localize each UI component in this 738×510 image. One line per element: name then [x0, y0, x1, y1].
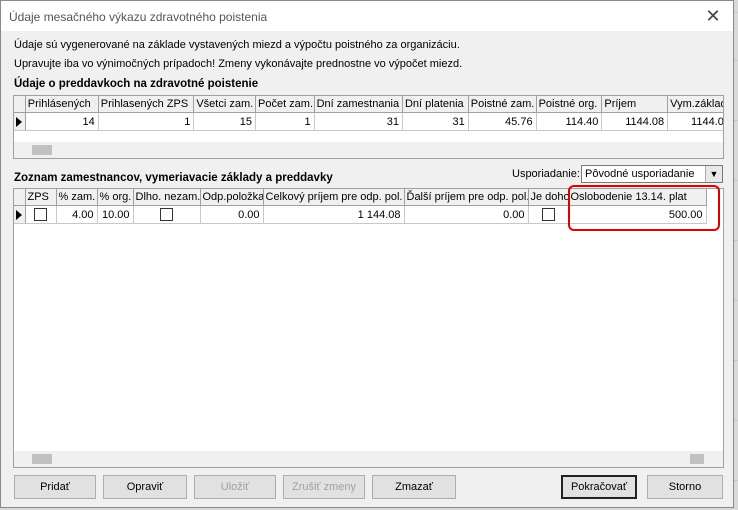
storno-button[interactable]: Storno	[647, 475, 723, 499]
column-header[interactable]: % zam.	[56, 189, 98, 206]
table-cell[interactable]: 15	[193, 112, 256, 131]
long-unemployed-checkbox-cell[interactable]	[133, 205, 201, 224]
employees-section-title: Zoznam zamestnancov, vymeriavacie základ…	[14, 172, 333, 184]
column-header[interactable]: Príjem	[601, 96, 669, 113]
sort-label: Usporiadanie:	[512, 168, 580, 180]
sort-select[interactable]: Pôvodné usporiadanie ▼	[581, 165, 723, 183]
advances-header-row: Prihlásených Prihlasených ZPS Všetci zam…	[14, 96, 723, 113]
column-header[interactable]: Vym.základ	[667, 96, 723, 113]
table-cell[interactable]: 31	[314, 112, 403, 131]
scrollbar-thumb[interactable]	[32, 454, 52, 464]
column-header[interactable]: Poistné zam.	[468, 96, 537, 113]
advances-section-title: Údaje o preddavkoch na zdravotné poisten…	[14, 78, 259, 90]
table-cell[interactable]: 0.00	[404, 205, 529, 224]
zps-checkbox[interactable]	[34, 208, 47, 221]
agreement-checkbox-cell[interactable]	[528, 205, 569, 224]
continue-button[interactable]: Pokračovať	[561, 475, 637, 499]
column-header[interactable]: Celkový príjem pre odp. pol.	[263, 189, 405, 206]
column-header[interactable]: Je dohoda	[528, 189, 569, 206]
storno-button-label: Storno	[668, 481, 702, 493]
long-unemployed-checkbox[interactable]	[160, 208, 173, 221]
cancel-changes-button-label: Zrušiť zmeny	[291, 481, 357, 493]
table-cell[interactable]: 114.40	[536, 112, 603, 131]
scrollbar-thumb[interactable]	[32, 145, 52, 155]
advances-grid[interactable]: Prihlásených Prihlasených ZPS Všetci zam…	[13, 95, 724, 159]
chevron-down-icon[interactable]: ▼	[705, 166, 722, 182]
dialog-window: Údaje mesačného výkazu zdravotného poist…	[0, 0, 734, 508]
table-cell[interactable]: 31	[402, 112, 469, 131]
continue-button-label: Pokračovať	[570, 481, 628, 493]
column-header[interactable]: Prihlásených	[25, 96, 99, 113]
cancel-changes-button[interactable]: Zrušiť zmeny	[283, 475, 365, 499]
close-icon[interactable]: ✕	[703, 6, 723, 27]
zps-checkbox-cell[interactable]	[25, 205, 57, 224]
info-line-2: Upravujte iba vo výnimočných prípadoch! …	[14, 58, 463, 70]
table-cell[interactable]: 1	[255, 112, 315, 131]
column-header[interactable]: ZPS	[25, 189, 57, 206]
employees-horizontal-scrollbar[interactable]	[14, 451, 723, 467]
column-header[interactable]: Prihlasených ZPS	[98, 96, 195, 113]
table-cell[interactable]: 0.00	[200, 205, 264, 224]
sort-select-value: Pôvodné usporiadanie	[585, 168, 695, 180]
column-header[interactable]: Dní platenia	[402, 96, 469, 113]
table-cell[interactable]: 1144.08	[667, 112, 723, 131]
save-button-label: Uložiť	[220, 481, 250, 493]
column-header[interactable]: Poistné org.	[536, 96, 603, 113]
column-header[interactable]: Dní zamestnania	[314, 96, 403, 113]
advances-horizontal-scrollbar[interactable]	[14, 142, 723, 158]
save-button[interactable]: Uložiť	[194, 475, 276, 499]
column-header[interactable]: % org.	[97, 189, 134, 206]
table-row[interactable]: 14 1 15 1 31 31 45.76 114.40 1144.08 114…	[14, 112, 723, 131]
column-header[interactable]: Odp.položka	[200, 189, 264, 206]
agreement-checkbox[interactable]	[541, 208, 555, 221]
highlight-annotation	[568, 185, 720, 231]
delete-button-label: Zmazať	[395, 481, 433, 493]
table-cell[interactable]: 1 144.08	[263, 205, 405, 224]
add-button[interactable]: Pridať	[14, 475, 96, 499]
edit-button[interactable]: Opraviť	[103, 475, 187, 499]
row-indicator-icon	[14, 112, 26, 131]
scrollbar-thumb-end[interactable]	[690, 454, 704, 464]
table-cell[interactable]: 10.00	[97, 205, 134, 224]
column-header[interactable]: Ďalší príjem pre odp. pol.	[404, 189, 529, 206]
column-header[interactable]: Počet zam.	[255, 96, 315, 113]
add-button-label: Pridať	[40, 481, 70, 493]
column-header[interactable]: Dlho. nezam.	[133, 189, 201, 206]
table-cell[interactable]: 1	[98, 112, 195, 131]
delete-button[interactable]: Zmazať	[372, 475, 456, 499]
column-header[interactable]: Všetci zam.	[193, 96, 256, 113]
info-line-1: Údaje sú vygenerované na základe vystave…	[14, 39, 460, 51]
table-cell[interactable]: 14	[25, 112, 99, 131]
table-cell[interactable]: 1144.08	[601, 112, 669, 131]
table-cell[interactable]: 45.76	[468, 112, 537, 131]
row-indicator-icon	[14, 205, 26, 224]
window-title: Údaje mesačného výkazu zdravotného poist…	[9, 10, 268, 24]
title-bar: Údaje mesačného výkazu zdravotného poist…	[1, 1, 733, 31]
table-cell[interactable]: 4.00	[56, 205, 98, 224]
edit-button-label: Opraviť	[126, 481, 164, 493]
